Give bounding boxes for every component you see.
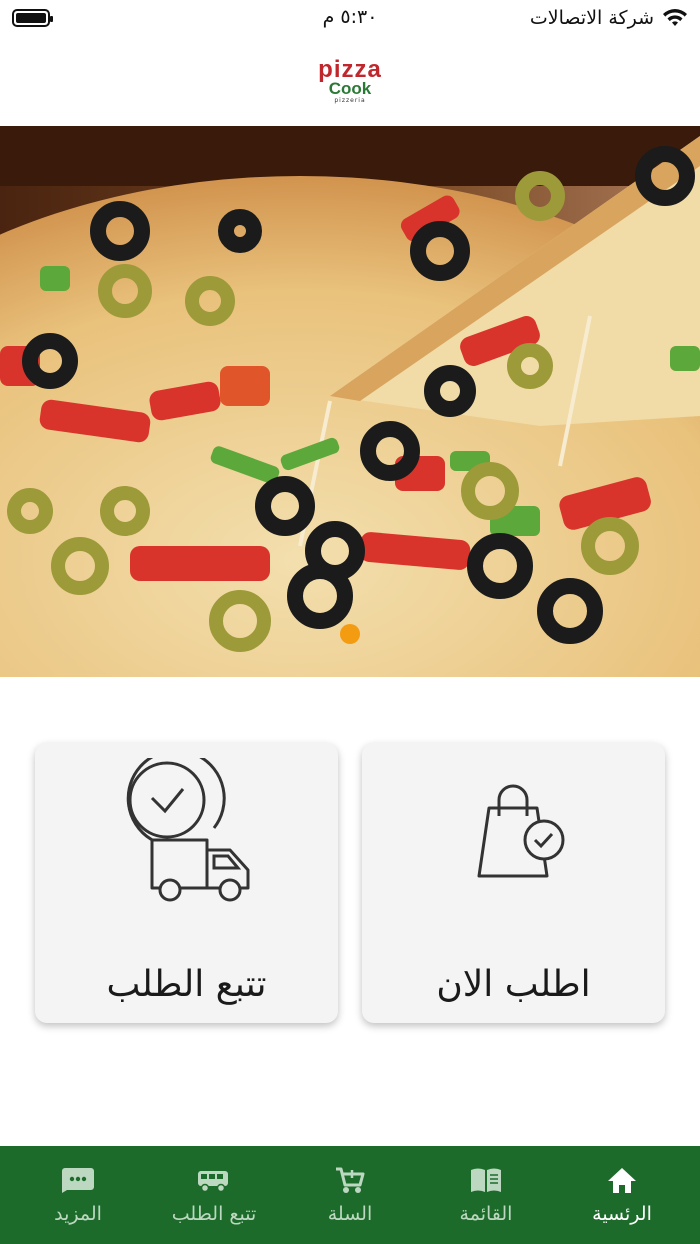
pizza-image bbox=[0, 126, 700, 677]
order-now-card[interactable]: اطلب الان bbox=[362, 743, 665, 1023]
wifi-icon bbox=[663, 9, 687, 26]
shopping-bag-check-icon bbox=[477, 784, 564, 878]
nav-item-more[interactable]: المزيد bbox=[13, 1165, 143, 1225]
status-bar: ٥:٣٠ م شركة الاتصالات bbox=[0, 0, 700, 36]
truck-icon bbox=[198, 1171, 228, 1192]
app-header: pizza Cook pizzeria bbox=[0, 36, 700, 126]
home-icon bbox=[608, 1168, 636, 1193]
promo-banner-image[interactable] bbox=[0, 126, 700, 677]
cart-icon bbox=[336, 1167, 365, 1193]
carrier-name: شركة الاتصالات bbox=[529, 7, 654, 29]
track-order-card[interactable]: تتبع الطلب bbox=[35, 743, 338, 1023]
carousel-indicator-dot[interactable] bbox=[340, 624, 360, 644]
nav-label-cart: السلة bbox=[327, 1203, 373, 1225]
battery-icon bbox=[12, 9, 53, 27]
bottom-nav-bar: الرئسية القائمة السلة تتبع الطلب المزيد bbox=[0, 1146, 700, 1244]
order-now-label: اطلب الان bbox=[436, 964, 591, 1005]
menu-book-icon bbox=[471, 1168, 501, 1192]
nav-label-track-order: تتبع الطلب bbox=[171, 1203, 257, 1225]
nav-item-menu[interactable]: القائمة bbox=[421, 1165, 551, 1225]
nav-item-track-order[interactable]: تتبع الطلب bbox=[149, 1165, 279, 1225]
more-chat-icon bbox=[62, 1168, 94, 1193]
nav-label-home: الرئسية bbox=[592, 1203, 652, 1225]
logo-word-pizzeria: pizzeria bbox=[334, 97, 366, 104]
nav-label-menu: القائمة bbox=[459, 1203, 513, 1225]
pizza-cook-logo: pizza Cook pizzeria bbox=[318, 58, 382, 104]
nav-item-home[interactable]: الرئسية bbox=[557, 1165, 687, 1225]
status-time: ٥:٣٠ م bbox=[322, 6, 378, 28]
track-order-label: تتبع الطلب bbox=[106, 964, 267, 1005]
nav-label-more: المزيد bbox=[54, 1203, 102, 1225]
nav-item-cart[interactable]: السلة bbox=[285, 1165, 415, 1225]
clock-delivery-truck-icon bbox=[126, 758, 249, 902]
